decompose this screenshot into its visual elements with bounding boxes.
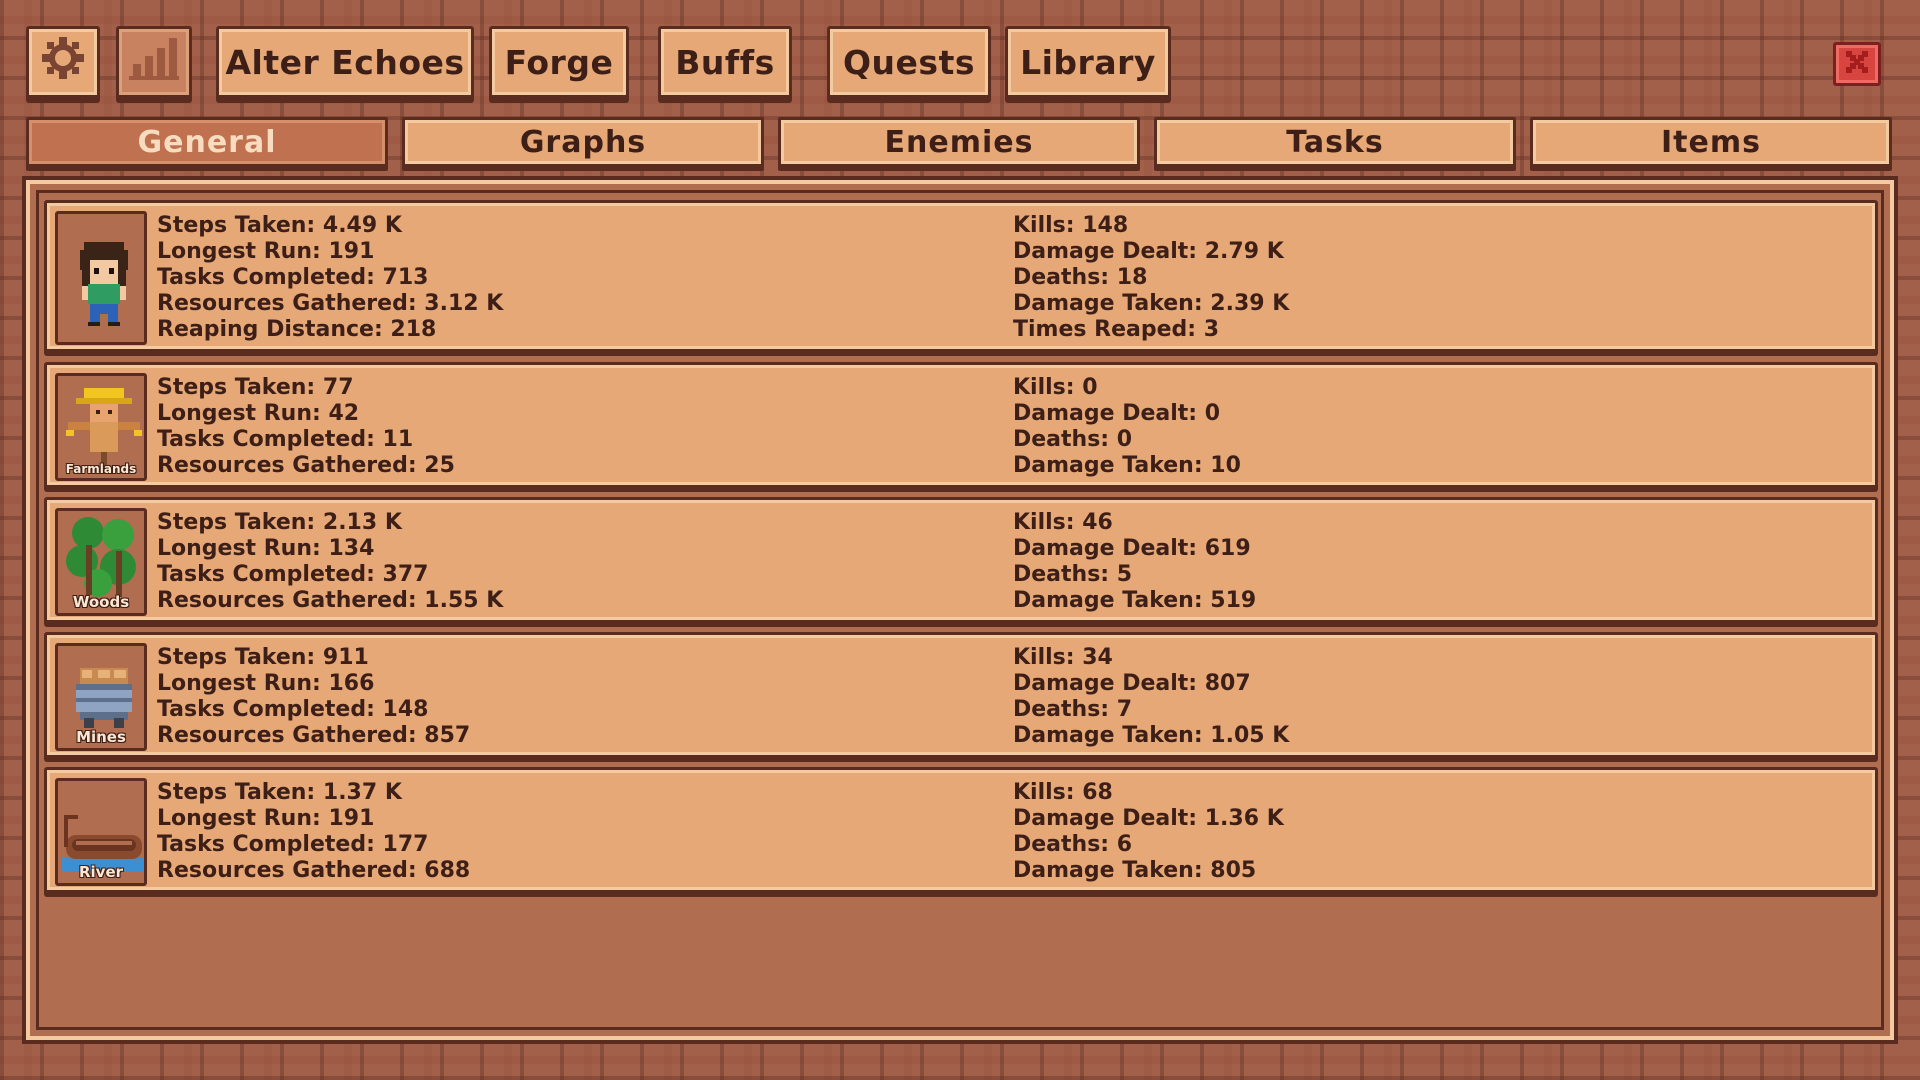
tasks-completed-stat: Tasks Completed: 11	[157, 427, 414, 452]
character-portrait-icon	[55, 211, 147, 345]
longest-run-stat: Longest Run: 166	[157, 671, 375, 696]
gear-icon	[40, 35, 86, 89]
general-stats-column: Steps Taken: 77 Longest Run: 42 Tasks Co…	[157, 375, 455, 479]
forge-button[interactable]: Forge	[489, 26, 629, 98]
combat-stats-column: Kills: 34 Damage Dealt: 807 Deaths: 7 Da…	[1013, 645, 1289, 749]
combat-stats-column: Kills: 68 Damage Dealt: 1.36 K Deaths: 6…	[1013, 780, 1284, 884]
area-label: Woods	[72, 593, 130, 611]
tab-items[interactable]: Items	[1530, 117, 1892, 167]
damage-taken-stat: Damage Taken: 10	[1013, 453, 1241, 478]
stats-button[interactable]	[116, 26, 192, 98]
longest-run-stat: Longest Run: 191	[157, 239, 375, 264]
reaping-distance-stat: Reaping Distance: 218	[157, 317, 437, 342]
kills-stat: Kills: 34	[1013, 645, 1113, 670]
damage-dealt-stat: Damage Dealt: 0	[1013, 401, 1221, 426]
damage-dealt-stat: Damage Dealt: 2.79 K	[1013, 239, 1284, 264]
damage-taken-stat: Damage Taken: 805	[1013, 858, 1257, 883]
kills-stat: Kills: 46	[1013, 510, 1113, 535]
boat-icon: River	[55, 778, 147, 886]
longest-run-stat: Longest Run: 42	[157, 401, 360, 426]
damage-taken-stat: Damage Taken: 2.39 K	[1013, 291, 1290, 316]
kills-stat: Kills: 68	[1013, 780, 1113, 805]
tasks-completed-stat: Tasks Completed: 177	[157, 832, 429, 857]
general-stats-column: Steps Taken: 4.49 K Longest Run: 191 Tas…	[157, 213, 503, 343]
deaths-stat: Deaths: 6	[1013, 832, 1133, 857]
trees-icon: Woods	[55, 508, 147, 616]
stats-row-mines: Mines Steps Taken: 911 Longest Run: 166 …	[44, 632, 1878, 758]
stats-row-woods: Woods Steps Taken: 2.13 K Longest Run: 1…	[44, 497, 1878, 623]
resources-gathered-stat: Resources Gathered: 857	[157, 723, 471, 748]
tasks-completed-stat: Tasks Completed: 148	[157, 697, 429, 722]
combat-stats-column: Kills: 46 Damage Dealt: 619 Deaths: 5 Da…	[1013, 510, 1256, 614]
buffs-button[interactable]: Buffs	[658, 26, 792, 98]
damage-dealt-stat: Damage Dealt: 1.36 K	[1013, 806, 1284, 831]
area-label: Mines	[76, 728, 126, 746]
area-label: River	[78, 863, 124, 881]
tab-graphs[interactable]: Graphs	[402, 117, 764, 167]
deaths-stat: Deaths: 7	[1013, 697, 1133, 722]
damage-taken-stat: Damage Taken: 519	[1013, 588, 1257, 613]
steps-taken-stat: Steps Taken: 911	[157, 645, 369, 670]
scarecrow-icon: Farmlands	[55, 373, 147, 481]
deaths-stat: Deaths: 18	[1013, 265, 1148, 290]
damage-dealt-stat: Damage Dealt: 619	[1013, 536, 1251, 561]
deaths-stat: Deaths: 5	[1013, 562, 1133, 587]
close-button[interactable]	[1833, 42, 1881, 86]
minecart-icon: Mines	[55, 643, 147, 751]
stats-row-river: River Steps Taken: 1.37 K Longest Run: 1…	[44, 767, 1878, 893]
deaths-stat: Deaths: 0	[1013, 427, 1133, 452]
library-button[interactable]: Library	[1005, 26, 1171, 98]
steps-taken-stat: Steps Taken: 77	[157, 375, 354, 400]
bar-chart-icon	[127, 34, 181, 90]
resources-gathered-stat: Resources Gathered: 25	[157, 453, 455, 478]
settings-button[interactable]	[26, 26, 100, 98]
stats-row-character: Steps Taken: 4.49 K Longest Run: 191 Tas…	[44, 200, 1878, 352]
tab-enemies[interactable]: Enemies	[778, 117, 1140, 167]
resources-gathered-stat: Resources Gathered: 1.55 K	[157, 588, 504, 613]
general-stats-column: Steps Taken: 1.37 K Longest Run: 191 Tas…	[157, 780, 470, 884]
stats-row-farmlands: Farmlands Steps Taken: 77 Longest Run: 4…	[44, 362, 1878, 488]
tab-tasks[interactable]: Tasks	[1154, 117, 1516, 167]
tab-general[interactable]: General	[26, 117, 388, 167]
kills-stat: Kills: 148	[1013, 213, 1129, 238]
times-reaped-stat: Times Reaped: 3	[1013, 317, 1220, 342]
resources-gathered-stat: Resources Gathered: 3.12 K	[157, 291, 504, 316]
longest-run-stat: Longest Run: 134	[157, 536, 375, 561]
combat-stats-column: Kills: 0 Damage Dealt: 0 Deaths: 0 Damag…	[1013, 375, 1241, 479]
damage-dealt-stat: Damage Dealt: 807	[1013, 671, 1251, 696]
tasks-completed-stat: Tasks Completed: 713	[157, 265, 429, 290]
steps-taken-stat: Steps Taken: 1.37 K	[157, 780, 402, 805]
resources-gathered-stat: Resources Gathered: 688	[157, 858, 471, 883]
damage-taken-stat: Damage Taken: 1.05 K	[1013, 723, 1290, 748]
alter-echoes-button[interactable]: Alter Echoes	[216, 26, 474, 98]
area-label: Farmlands	[65, 462, 137, 476]
steps-taken-stat: Steps Taken: 4.49 K	[157, 213, 402, 238]
kills-stat: Kills: 0	[1013, 375, 1098, 400]
tasks-completed-stat: Tasks Completed: 377	[157, 562, 429, 587]
steps-taken-stat: Steps Taken: 2.13 K	[157, 510, 402, 535]
combat-stats-column: Kills: 148 Damage Dealt: 2.79 K Deaths: …	[1013, 213, 1289, 343]
longest-run-stat: Longest Run: 191	[157, 806, 375, 831]
close-icon	[1844, 49, 1870, 79]
quests-button[interactable]: Quests	[827, 26, 991, 98]
general-stats-column: Steps Taken: 2.13 K Longest Run: 134 Tas…	[157, 510, 503, 614]
general-stats-column: Steps Taken: 911 Longest Run: 166 Tasks …	[157, 645, 470, 749]
